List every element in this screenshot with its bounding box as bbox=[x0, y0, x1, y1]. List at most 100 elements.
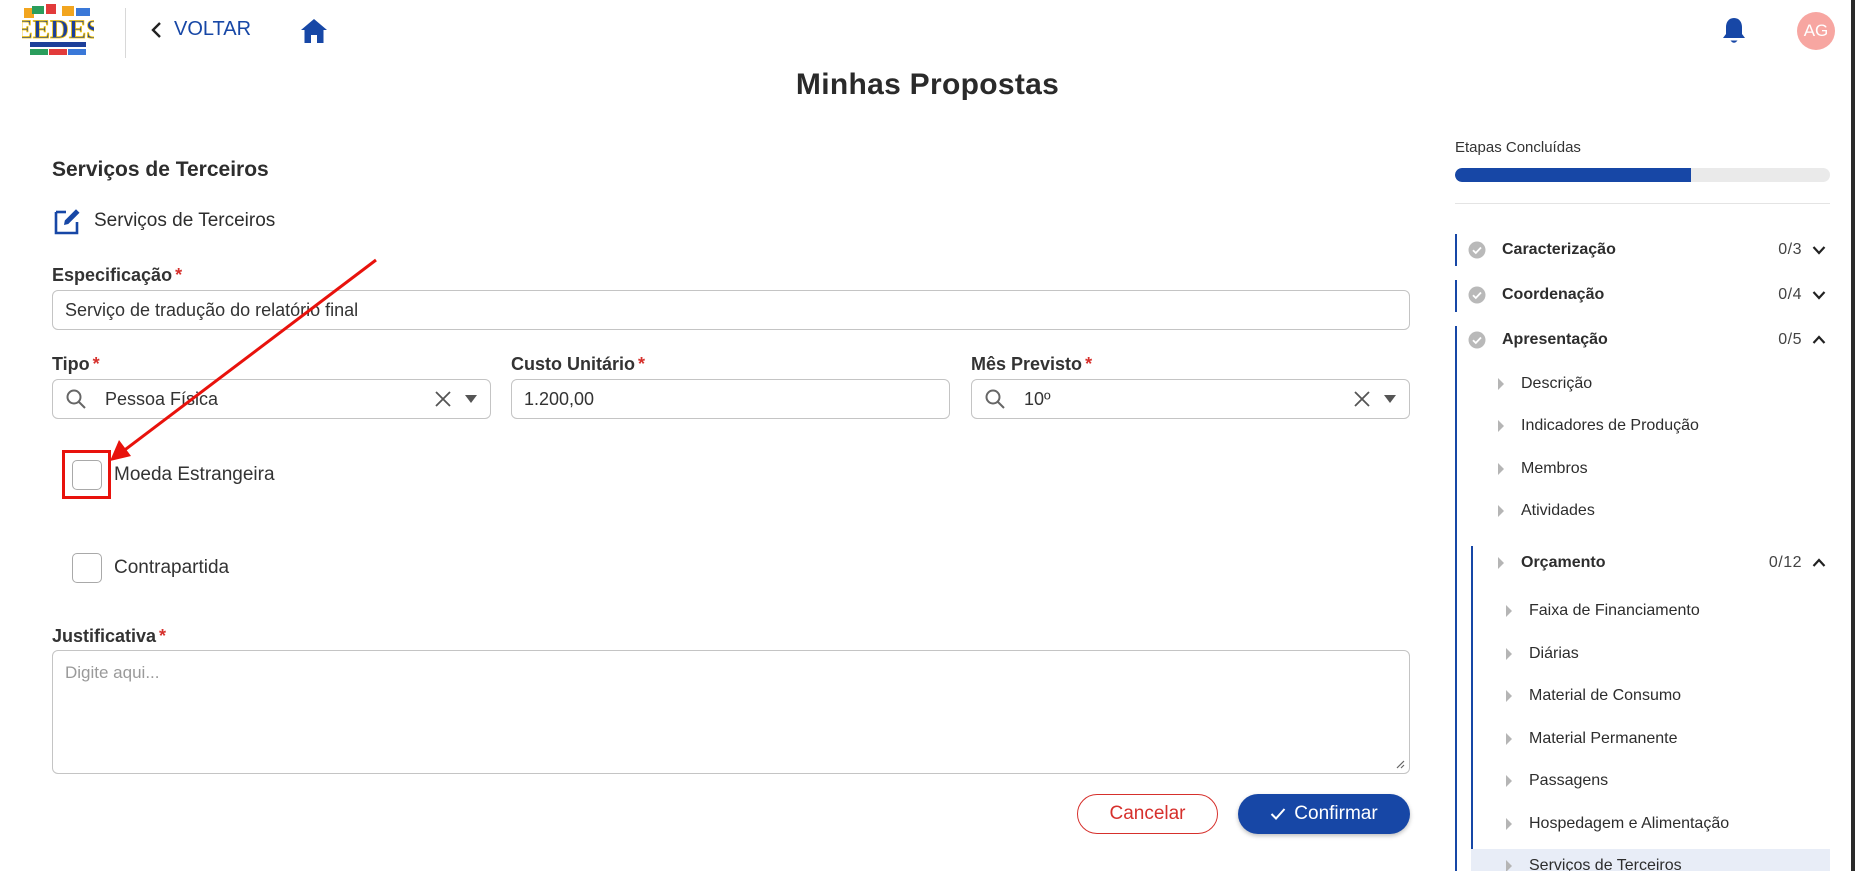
tipo-label-text: Tipo bbox=[52, 354, 90, 374]
caret-right-icon bbox=[1498, 420, 1504, 432]
step-coordenacao[interactable]: Coordenação 0/4 bbox=[1455, 280, 1830, 310]
justificativa-placeholder: Digite aqui... bbox=[65, 663, 160, 682]
sidebar-item-label: Material Permanente bbox=[1529, 730, 1678, 747]
steps-title: Etapas Concluídas bbox=[1455, 139, 1581, 156]
sidebar-item-label: Passagens bbox=[1529, 772, 1609, 789]
sidebar-item-diarias[interactable]: Diárias bbox=[1505, 640, 1579, 668]
cancel-button[interactable]: Cancelar bbox=[1077, 794, 1218, 834]
custo-unitario-input[interactable]: 1.200,00 bbox=[511, 379, 950, 419]
close-icon[interactable] bbox=[434, 390, 452, 408]
justificativa-label-text: Justificativa bbox=[52, 626, 157, 646]
check-circle-icon bbox=[1468, 286, 1486, 304]
especificacao-value: Serviço de tradução do relatório final bbox=[65, 299, 359, 320]
sidebar-divider bbox=[1455, 203, 1830, 204]
sidebar-item-label: Descrição bbox=[1521, 375, 1593, 392]
step-indicator-line bbox=[1471, 546, 1473, 871]
sidebar-item-label: Material de Consumo bbox=[1529, 687, 1682, 704]
tipo-select[interactable]: Pessoa Física bbox=[52, 379, 491, 419]
step-caracterizacao[interactable]: Caracterização 0/3 bbox=[1455, 235, 1830, 265]
home-icon[interactable] bbox=[300, 18, 328, 44]
confirm-button[interactable]: Confirmar bbox=[1238, 794, 1410, 834]
moeda-estrangeira-label: Moeda Estrangeira bbox=[114, 464, 275, 485]
sidebar-item-descricao[interactable]: Descrição bbox=[1497, 370, 1592, 398]
sidebar-item-orcamento[interactable]: Orçamento 0/12 bbox=[1497, 549, 1830, 577]
back-label: VOLTAR bbox=[174, 18, 252, 40]
chevron-up-icon bbox=[1812, 335, 1826, 344]
subsection-label: Serviços de Terceiros bbox=[94, 210, 276, 231]
sidebar-item-label: Indicadores de Produção bbox=[1521, 417, 1699, 434]
step-apresentacao[interactable]: Apresentação 0/5 bbox=[1455, 325, 1830, 355]
sidebar-item-passagens[interactable]: Passagens bbox=[1505, 767, 1608, 795]
caret-right-icon bbox=[1498, 463, 1504, 475]
custo-unitario-label-text: Custo Unitário bbox=[511, 354, 635, 374]
sidebar-item-label: Hospedagem e Alimentação bbox=[1529, 815, 1730, 832]
svg-text:EEDES: EEDES bbox=[22, 15, 94, 44]
steps-progress-bar bbox=[1455, 168, 1830, 182]
tipo-value: Pessoa Física bbox=[105, 388, 219, 409]
required-mark: * bbox=[159, 626, 167, 646]
page-title: Minhas Propostas bbox=[795, 68, 1060, 101]
caret-right-icon bbox=[1498, 505, 1504, 517]
caret-right-icon bbox=[1506, 648, 1512, 660]
subsection-title: Serviços de Terceiros bbox=[52, 206, 275, 236]
sidebar-item-material-permanente[interactable]: Material Permanente bbox=[1505, 725, 1678, 753]
confirm-label: Confirmar bbox=[1294, 803, 1378, 824]
caret-down-icon[interactable] bbox=[464, 394, 478, 404]
step-count: 0/12 bbox=[1768, 554, 1802, 571]
required-mark: * bbox=[175, 265, 183, 285]
user-avatar[interactable]: AG bbox=[1797, 12, 1835, 50]
check-circle-icon bbox=[1468, 241, 1486, 259]
bell-icon[interactable] bbox=[1720, 16, 1748, 46]
sidebar-item-label: Faixa de Financiamento bbox=[1529, 602, 1700, 619]
close-icon[interactable] bbox=[1353, 390, 1371, 408]
edit-icon bbox=[54, 209, 80, 235]
annotation-highlight-box bbox=[62, 450, 111, 499]
sidebar-item-membros[interactable]: Membros bbox=[1497, 455, 1588, 483]
eedes-logo[interactable]: EEDES bbox=[22, 4, 94, 60]
app-header: EEDES VOLTAR AG bbox=[0, 0, 1855, 64]
mes-previsto-label-text: Mês Previsto bbox=[971, 354, 1083, 374]
especificacao-label: Especificação * bbox=[52, 265, 182, 286]
chevron-down-icon bbox=[1812, 291, 1826, 300]
especificacao-input[interactable]: Serviço de tradução do relatório final bbox=[52, 290, 1410, 330]
tipo-label: Tipo * bbox=[52, 354, 100, 375]
caret-right-icon bbox=[1498, 557, 1504, 569]
contrapartida-option[interactable]: Contrapartida bbox=[72, 553, 229, 583]
mes-previsto-value: 10º bbox=[1024, 388, 1051, 409]
caret-right-icon bbox=[1506, 860, 1512, 871]
caret-right-icon bbox=[1506, 605, 1512, 617]
step-indicator-line bbox=[1455, 326, 1457, 871]
window-scrollbar[interactable] bbox=[1851, 0, 1855, 871]
sidebar-item-atividades[interactable]: Atividades bbox=[1497, 497, 1595, 525]
back-button[interactable]: VOLTAR bbox=[150, 18, 251, 41]
contrapartida-checkbox[interactable] bbox=[72, 553, 102, 583]
sidebar-item-servicos-terceiros[interactable]: Serviços de Terceiros bbox=[1505, 852, 1682, 871]
caret-down-icon[interactable] bbox=[1383, 394, 1397, 404]
step-count: 0/3 bbox=[1778, 241, 1802, 258]
sidebar-item-hospedagem[interactable]: Hospedagem e Alimentação bbox=[1505, 810, 1729, 838]
sidebar-item-label: Serviços de Terceiros bbox=[1529, 857, 1682, 871]
chevron-up-icon bbox=[1812, 558, 1826, 567]
mes-previsto-select[interactable]: 10º bbox=[971, 379, 1410, 419]
search-icon bbox=[985, 389, 1005, 409]
sidebar-item-label: Atividades bbox=[1521, 502, 1595, 519]
required-mark: * bbox=[638, 354, 646, 374]
progress-fill bbox=[1455, 168, 1692, 182]
sidebar-item-label: Membros bbox=[1521, 460, 1588, 477]
custo-unitario-value: 1.200,00 bbox=[524, 388, 595, 409]
sidebar-item-label: Orçamento bbox=[1521, 554, 1606, 571]
sidebar-item-material-consumo[interactable]: Material de Consumo bbox=[1505, 682, 1681, 710]
sidebar-item-faixa-financiamento[interactable]: Faixa de Financiamento bbox=[1505, 597, 1700, 625]
caret-right-icon bbox=[1498, 378, 1504, 390]
caret-right-icon bbox=[1506, 818, 1512, 830]
caret-right-icon bbox=[1506, 775, 1512, 787]
chevron-left-icon bbox=[151, 21, 161, 38]
required-mark: * bbox=[92, 354, 100, 374]
resize-grip-icon[interactable] bbox=[1395, 759, 1405, 769]
step-count: 0/4 bbox=[1778, 286, 1802, 303]
caret-right-icon bbox=[1506, 690, 1512, 702]
step-name: Coordenação bbox=[1502, 286, 1605, 303]
justificativa-textarea[interactable]: Digite aqui... bbox=[52, 650, 1410, 774]
sidebar-item-indicadores[interactable]: Indicadores de Produção bbox=[1497, 412, 1699, 440]
search-icon bbox=[66, 389, 86, 409]
